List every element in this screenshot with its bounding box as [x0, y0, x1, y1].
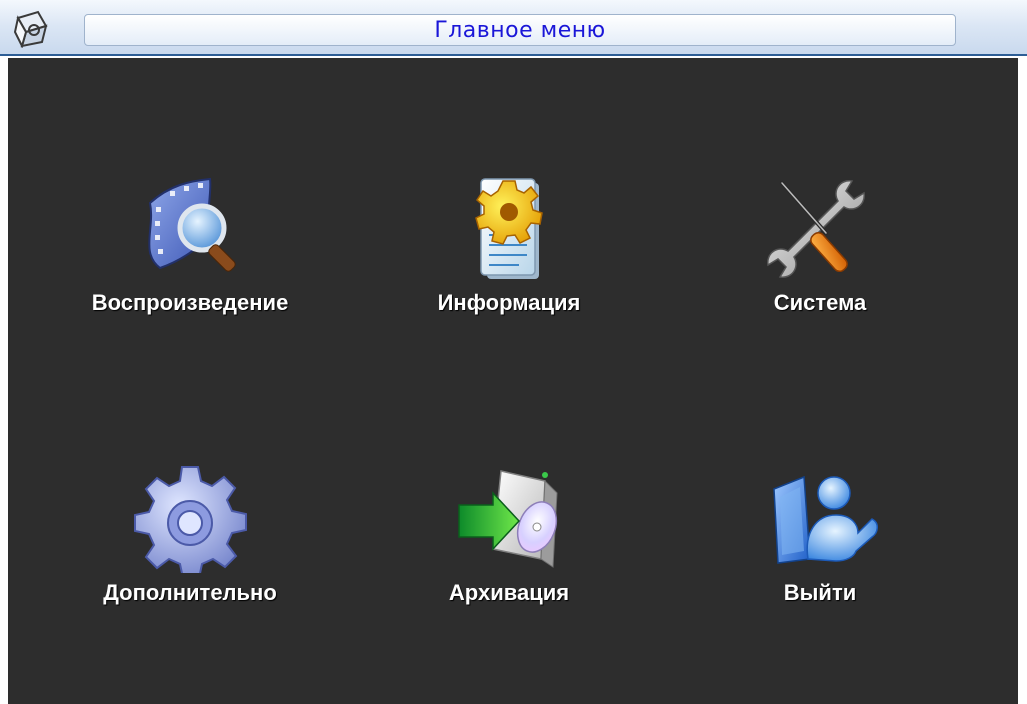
menu-label-backup: Архивация [448, 580, 570, 605]
menu-item-advanced[interactable]: Дополнительно [50, 463, 330, 643]
window-title: Главное меню [434, 17, 606, 43]
menu-label-system: Система [773, 290, 867, 315]
backup-disc-icon [458, 470, 558, 568]
menu-item-info[interactable]: Информация [369, 173, 649, 353]
menu-item-backup[interactable]: Архивация [369, 463, 649, 643]
menu-label-playback: Воспроизведение [91, 290, 289, 315]
menu-label-advanced: Дополнительно [103, 580, 277, 605]
film-search-icon [148, 177, 236, 272]
title-field: Главное меню [84, 14, 956, 46]
menu-item-logout[interactable]: Выйти [680, 463, 960, 643]
menu-label-logout: Выйти [783, 580, 857, 605]
gear-icon [134, 466, 247, 573]
main-menu-window: Главное меню Воспроизведение Информация … [0, 0, 1027, 704]
logout-user-icon [773, 475, 878, 564]
info-document-gear-icon [475, 178, 543, 279]
app-logo-icon [13, 10, 48, 48]
menu-item-playback[interactable]: Воспроизведение [50, 173, 330, 353]
menu-item-system[interactable]: Система [680, 173, 960, 353]
wrench-screwdriver-icon [767, 180, 865, 278]
menu-panel: Воспроизведение Информация Система Допол… [8, 58, 1018, 704]
title-bar: Главное меню [0, 0, 1027, 56]
menu-label-info: Информация [437, 290, 581, 315]
